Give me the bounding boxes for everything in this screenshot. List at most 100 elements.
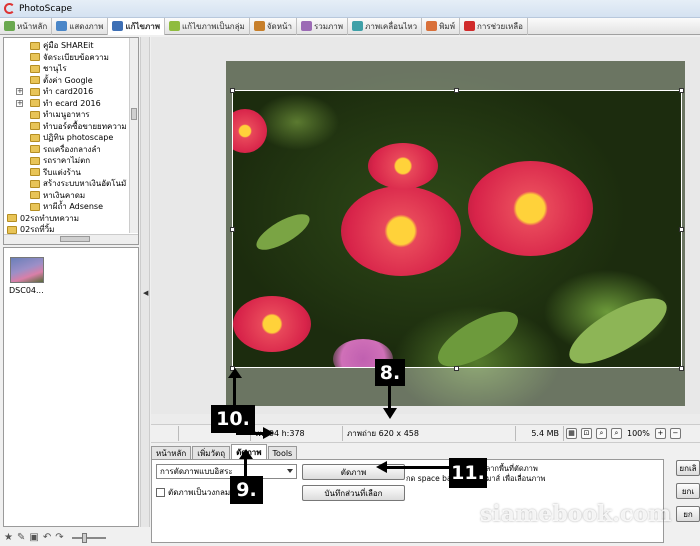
tree-folder-item[interactable]: จัดระเบียบข้อความ [30,52,109,63]
tree-folder-item[interactable]: ทำเมนูอาหาร [30,109,90,120]
crop-handle-bottom-right[interactable] [679,366,684,371]
zoom-fit-icon[interactable]: ⌕ [596,428,607,439]
tab-editor[interactable]: แก้ไขภาพ [108,17,165,35]
tree-root-item[interactable]: 02รถที่วิ้ม [7,224,54,235]
folder-open-icon[interactable]: ▣ [29,532,38,543]
crop-handle-right[interactable] [679,227,684,232]
editor-icon [112,21,124,31]
star-icon[interactable]: ★ [4,532,13,543]
thumbnail-label: DSC04... [9,286,44,295]
editor-tab[interactable]: หน้าหลัก [151,446,192,459]
zoom-icon[interactable]: ⌕ [611,428,622,439]
bottom-toolbar: ★ ✎ ▣ ↶ ↷ [0,529,150,546]
callout-8-arrowhead [383,408,397,419]
undo-button[interactable]: ยกเ [676,483,700,499]
crop-handle-top-left[interactable] [230,88,235,93]
tree-hscroll-thumb[interactable] [60,236,90,242]
callout-8: 8. [375,359,405,386]
expand-icon[interactable]: + [16,88,23,95]
checker-icon[interactable]: ▦ [566,428,577,439]
home-icon [4,21,15,31]
tree-folder-item[interactable]: คู่มือ SHAREit [30,40,94,51]
expand-icon[interactable]: + [16,99,23,107]
folder-icon [30,41,40,50]
tab-viewer[interactable]: แสดงภาพ [52,17,109,35]
batch-icon [168,21,180,31]
redo-icon[interactable]: ↷ [55,532,63,543]
print-icon [426,21,438,31]
favorite-folder-icon[interactable]: ✎ [17,532,25,543]
zoom-in-icon[interactable]: + [654,428,666,439]
callout-10-arrowhead-up [228,368,242,378]
window-title: PhotoScape [19,3,73,14]
photoscape-logo-icon [4,3,15,14]
callout-8-arrow [388,386,391,410]
callout-9: 9. [230,476,263,504]
slider-knob[interactable] [81,532,87,543]
folder-icon [7,214,17,222]
tree-folder-item[interactable]: รถเครื่องกลางลำ [30,144,101,155]
folder-icon [30,156,40,165]
photo-info: ภาพถ่าย 620 x 458 [343,426,516,441]
tab-batch[interactable]: แก้ไขภาพเป็นกลุ่ม [165,17,250,35]
folder-tree[interactable]: คู่มือ SHAREit จัดระเบียบข้อความ ชานุไร ตั้… [3,37,139,245]
callout-10-arrowhead-right [263,427,274,439]
tab-help[interactable]: การช่วยเหลือ [460,17,528,35]
tab-combine[interactable]: รวมภาพ [297,17,349,35]
tab-label: การช่วยเหลือ [476,21,523,31]
image-canvas[interactable] [151,37,700,424]
tree-folder-item[interactable]: รถราคาไม่ตก [30,155,90,166]
fit-icon[interactable]: ⊡ [581,428,592,439]
folder-icon [30,110,40,119]
tree-folder-item[interactable]: ทำ ecard 2016 [30,98,101,109]
tree-folder-item[interactable]: ชานุไร [30,63,67,74]
tree-folder-item[interactable]: ทำ card2016 [30,86,93,97]
tab-print[interactable]: พิมพ์ [422,17,460,35]
tab-label: ภาพเคลื่อนไหว [365,21,418,31]
tree-folder-item[interactable]: หาเงินคาดม [30,190,85,201]
tree-vertical-scrollbar[interactable] [129,38,138,233]
tree-folder-item[interactable]: ปฏิทิน photoscape [30,132,113,143]
callout-10: 10. [211,405,255,433]
tab-label: แก้ไขภาพ [125,21,160,31]
save-selection-button[interactable]: บันทึกส่วนที่เลือก [302,485,405,501]
thumbnail-image[interactable] [10,257,44,283]
crop-mode-select[interactable]: การตัดภาพแบบอิสระ [156,464,297,479]
crop-handle-left[interactable] [230,227,235,232]
tab-page[interactable]: จัดหน้า [250,17,297,35]
crop-handle-top-right[interactable] [679,88,684,93]
circle-crop-checkbox[interactable] [156,488,165,497]
tree-scroll-thumb[interactable] [131,108,137,120]
tree-folder-item[interactable]: หาผีถ้ำ Adsense [30,201,103,212]
crop-handle-top[interactable] [454,88,459,93]
editor-tab[interactable]: เพิ่มวัตถุ [192,446,231,459]
tree-folder-item[interactable]: รีบแต่งร้าน [30,167,81,178]
folder-icon [30,133,40,142]
zoom-out-icon[interactable]: − [669,428,681,439]
editor-tab[interactable]: Tools [267,446,298,459]
editor-tabs: หน้าหลัก เพิ่มวัตถุ ตัดภาพ Tools [151,444,298,459]
watermark: siamebook.com [480,501,672,527]
panel-splitter[interactable]: ◀ [140,37,150,527]
undo-all-button[interactable]: ยก [676,506,700,522]
zoom-level: 100% [627,429,650,438]
cancel-button[interactable]: ยกเลิ [676,460,700,476]
photo[interactable] [226,61,685,406]
collapse-arrow-icon[interactable]: ◀ [143,289,148,297]
tree-folder-item[interactable]: สร้างระบบหาเงินอัตโนมั [30,178,126,189]
tab-label: แก้ไขภาพเป็นกลุ่ม [181,21,245,31]
tab-label: พิมพ์ [439,21,455,31]
folder-icon [30,191,40,199]
callout-11-arrowhead [376,461,387,473]
tree-folder-item[interactable]: ทำบอร์ดซื้อขายยทความ [30,121,127,132]
tree-root-item[interactable]: 02รถทำบทความ [7,213,79,224]
tab-gif[interactable]: ภาพเคลื่อนไหว [348,17,423,35]
help-icon [463,21,475,31]
tree-folder-item[interactable]: ตั้งค่า Google [30,75,93,86]
undo-icon[interactable]: ↶ [43,532,51,543]
tab-home[interactable]: หน้าหลัก [0,17,53,35]
crop-handle-bottom[interactable] [454,366,459,371]
tab-label: จัดหน้า [266,21,292,31]
thumbnail-size-slider[interactable] [71,532,106,543]
crop-selection[interactable] [232,90,682,368]
